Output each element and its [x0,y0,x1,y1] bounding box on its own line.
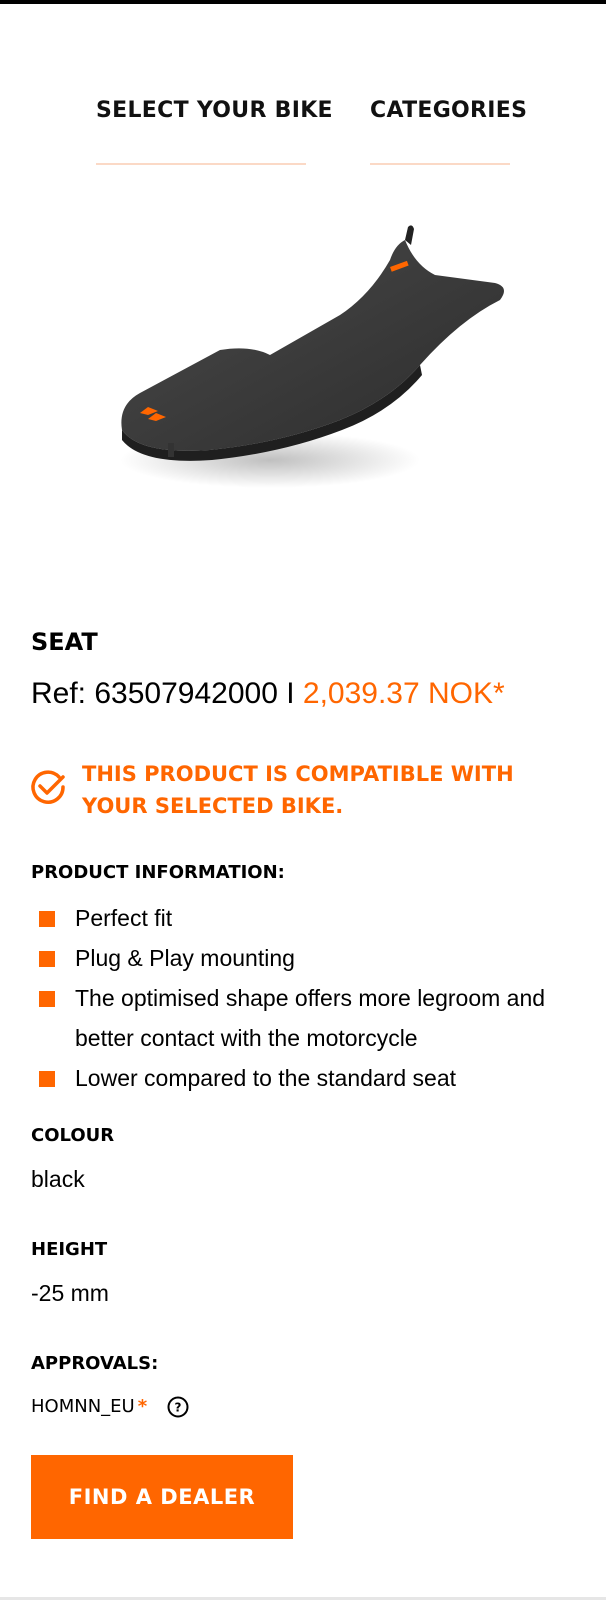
feature-item: Perfect fit [31,898,576,938]
feature-item: The optimised shape offers more legroom … [31,978,576,1058]
reference-number: Ref: 63507942000 I [31,677,303,710]
categories-tab[interactable]: CATEGORIES [370,98,527,123]
bullet-square-icon [39,911,55,927]
bullet-square-icon [39,1071,55,1087]
approval-asterisk: * [137,1396,148,1417]
select-bike-tab[interactable]: SELECT YOUR BIKE [96,98,333,123]
bullet-square-icon [39,991,55,1007]
height-value: -25 mm [31,1280,109,1306]
question-circle-icon[interactable]: ? [167,1396,189,1418]
categories-underline [370,163,510,165]
bullet-square-icon [39,951,55,967]
feature-list: Perfect fit Plug & Play mounting The opt… [31,898,576,1098]
feature-item: Plug & Play mounting [31,938,576,978]
svg-text:?: ? [175,1401,182,1415]
product-title: SEAT [31,628,98,656]
select-bike-underline [96,163,306,165]
feature-item: Lower compared to the standard seat [31,1058,576,1098]
find-dealer-button[interactable]: FIND A DEALER [31,1455,293,1539]
colour-value: black [31,1166,85,1192]
product-image [120,225,504,488]
colour-label: COLOUR [31,1125,115,1146]
price: 2,039.37 NOK* [302,677,505,710]
top-border [0,0,606,4]
check-circle-icon [31,770,65,804]
compatibility-text: THIS PRODUCT IS COMPATIBLE WITH YOUR SEL… [82,762,514,818]
approvals-label: APPROVALS: [31,1353,159,1374]
approval-code: HOMNN_EU * [31,1396,148,1417]
reference-price-line: Ref: 63507942000 I 2,039.37 NOK* [31,677,505,711]
height-label: HEIGHT [31,1239,108,1260]
product-information-label: PRODUCT INFORMATION: [31,862,285,883]
